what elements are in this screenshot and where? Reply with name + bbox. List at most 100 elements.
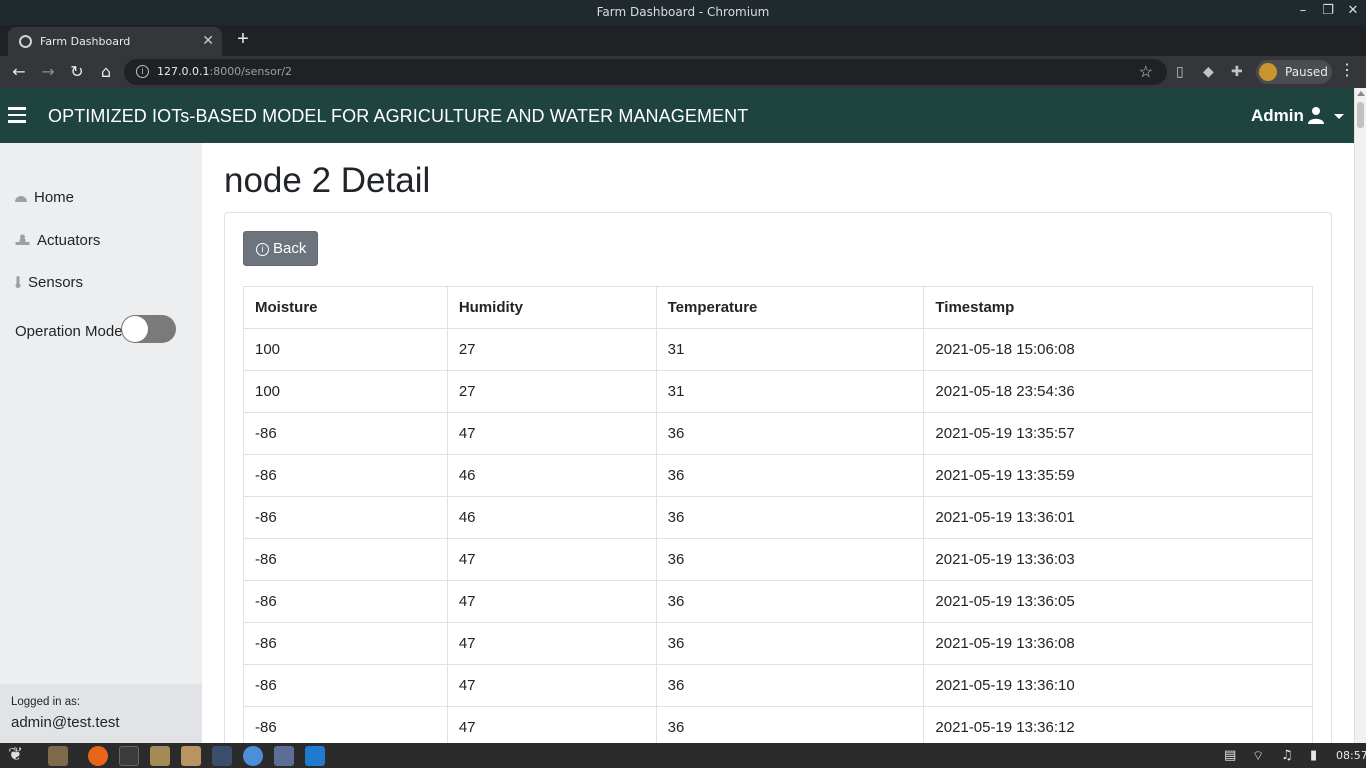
- maximize-icon[interactable]: ❐: [1319, 3, 1337, 18]
- temperature-cell: 36: [655, 538, 925, 581]
- table-row: -86 47 36 2021-05-19 13:35:57: [243, 412, 1313, 455]
- dropdown-caret-icon[interactable]: [1334, 114, 1344, 119]
- temperature-cell: 36: [655, 664, 925, 707]
- info-circle-icon: i: [256, 243, 269, 256]
- file-manager-icon[interactable]: [48, 746, 68, 766]
- profile-button[interactable]: Paused: [1256, 60, 1332, 84]
- music-icon[interactable]: ♫: [1281, 748, 1293, 763]
- humidity-cell: 27: [446, 370, 657, 413]
- humidity-cell: 47: [446, 412, 657, 455]
- extensions-puzzle-icon[interactable]: ✚: [1231, 63, 1243, 80]
- sidebar-item-label: Actuators: [37, 232, 101, 249]
- user-menu-label[interactable]: Admin: [1251, 106, 1304, 126]
- window-title: Farm Dashboard - Chromium: [596, 5, 770, 19]
- sidebar-item-sensors[interactable]: Sensors: [14, 274, 83, 291]
- humidity-cell: 47: [446, 538, 657, 581]
- column-header-temperature: Temperature: [655, 286, 925, 329]
- color-extension-icon[interactable]: ◆: [1203, 63, 1214, 80]
- clipboard-icon[interactable]: ▤: [1224, 748, 1236, 763]
- page-scrollbar[interactable]: [1354, 88, 1366, 743]
- hamburger-menu-icon[interactable]: [8, 107, 26, 123]
- scroll-up-arrow-icon[interactable]: [1357, 91, 1365, 96]
- back-button-label: Back: [273, 240, 307, 257]
- forward-arrow-icon[interactable]: →: [37, 61, 59, 83]
- toggle-knob[interactable]: [122, 316, 148, 342]
- wifi-icon[interactable]: ⌔: [1252, 748, 1264, 764]
- column-header-humidity: Humidity: [446, 286, 657, 329]
- page-title: node 2 Detail: [224, 161, 431, 200]
- reload-icon[interactable]: ↻: [66, 61, 88, 83]
- files-icon[interactable]: [150, 746, 170, 766]
- minimize-icon[interactable]: –: [1294, 3, 1312, 18]
- sidebar-item-actuators[interactable]: Actuators: [14, 232, 100, 249]
- humidity-cell: 47: [446, 664, 657, 707]
- timestamp-cell: 2021-05-18 23:54:36: [923, 370, 1313, 413]
- temperature-cell: 36: [655, 496, 925, 539]
- vscode-icon[interactable]: [305, 746, 325, 766]
- temperature-cell: 36: [655, 412, 925, 455]
- column-header-moisture: Moisture: [243, 286, 448, 329]
- timestamp-cell: 2021-05-18 15:06:08: [923, 328, 1313, 371]
- browser-toolbar: ← → ↻ ⌂ i 127.0.0.1:8000/sensor/2 ☆ ▯ ◆ …: [0, 56, 1366, 88]
- temperature-cell: 36: [655, 454, 925, 497]
- actuator-icon: [15, 234, 30, 245]
- thermometer-icon: [15, 276, 21, 288]
- timestamp-cell: 2021-05-19 13:35:59: [923, 454, 1313, 497]
- moisture-cell: -86: [243, 580, 448, 623]
- humidity-cell: 46: [446, 496, 657, 539]
- gnome-foot-icon[interactable]: ❦: [8, 744, 28, 764]
- address-bar[interactable]: i 127.0.0.1:8000/sensor/2 ☆: [124, 59, 1167, 85]
- timestamp-cell: 2021-05-19 13:36:03: [923, 538, 1313, 581]
- moisture-cell: -86: [243, 664, 448, 707]
- timestamp-cell: 2021-05-19 13:36:10: [923, 664, 1313, 707]
- moisture-cell: -86: [243, 496, 448, 539]
- url-host: 127.0.0.1: [157, 65, 210, 78]
- app-title: OPTIMIZED IOTs-BASED MODEL FOR AGRICULTU…: [48, 106, 749, 126]
- humidity-cell: 47: [446, 622, 657, 665]
- table-row: -86 46 36 2021-05-19 13:35:59: [243, 454, 1313, 497]
- dashboard-icon: [15, 196, 27, 202]
- tab-strip: Farm Dashboard ✕ +: [0, 25, 1366, 56]
- info-icon[interactable]: i: [136, 65, 149, 78]
- moisture-cell: 100: [243, 370, 448, 413]
- url-text[interactable]: 127.0.0.1:8000/sensor/2: [157, 65, 292, 78]
- detail-card: i Back Moisture Humidity Temperature Time…: [224, 212, 1332, 752]
- avatar: [1259, 63, 1277, 81]
- back-arrow-icon[interactable]: ←: [8, 61, 30, 83]
- home-icon[interactable]: ⌂: [95, 61, 117, 83]
- operation-mode-toggle[interactable]: [121, 315, 176, 343]
- image-viewer-icon[interactable]: [274, 746, 294, 766]
- moisture-cell: -86: [243, 538, 448, 581]
- user-icon[interactable]: [1307, 106, 1325, 124]
- back-button[interactable]: i Back: [243, 231, 318, 266]
- terminal-icon[interactable]: [119, 746, 139, 766]
- logged-in-label: Logged in as:: [11, 696, 81, 708]
- bookmark-star-icon[interactable]: ☆: [1139, 62, 1153, 82]
- temperature-cell: 36: [655, 622, 925, 665]
- close-tab-icon[interactable]: ✕: [202, 32, 214, 49]
- humidity-cell: 46: [446, 454, 657, 497]
- operation-mode-label: Operation Mode: [15, 323, 123, 340]
- moisture-cell: -86: [243, 412, 448, 455]
- firefox-icon[interactable]: [88, 746, 108, 766]
- browser-menu-icon[interactable]: ⋮: [1339, 60, 1355, 80]
- app-icon[interactable]: [212, 746, 232, 766]
- scrollbar-thumb[interactable]: [1357, 102, 1364, 128]
- logged-in-panel: Logged in as: admin@test.test: [0, 684, 202, 743]
- battery-icon[interactable]: ▮: [1310, 748, 1317, 763]
- archive-icon[interactable]: [181, 746, 201, 766]
- new-tab-icon[interactable]: +: [232, 28, 254, 50]
- logged-in-user: admin@test.test: [11, 714, 120, 731]
- tab-title: Farm Dashboard: [40, 35, 131, 48]
- table-row: -86 47 36 2021-05-19 13:36:10: [243, 664, 1313, 707]
- temperature-cell: 31: [655, 328, 925, 371]
- sidebar-item-home[interactable]: Home: [14, 189, 74, 206]
- humidity-cell: 47: [446, 580, 657, 623]
- chromium-icon[interactable]: [243, 746, 263, 766]
- os-taskbar: ❦ ▤ ⌔ ♫ ▮ 08:57: [0, 743, 1366, 768]
- browser-tab[interactable]: Farm Dashboard ✕: [8, 27, 222, 56]
- moisture-cell: -86: [243, 454, 448, 497]
- device-icon[interactable]: ▯: [1176, 63, 1184, 80]
- table-row: -86 47 36 2021-05-19 13:36:05: [243, 580, 1313, 623]
- close-window-icon[interactable]: ✕: [1344, 3, 1362, 18]
